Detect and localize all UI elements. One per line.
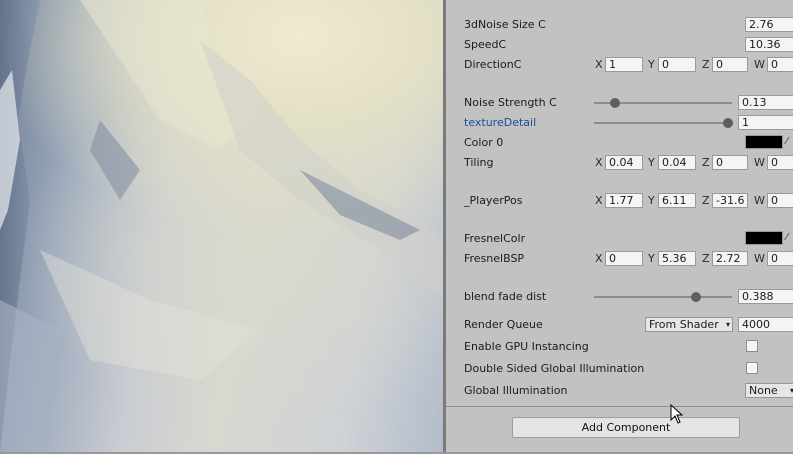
- global-illumination-dropdown[interactable]: None ▾: [745, 383, 793, 398]
- inspector-panel: 3dNoise Size C 2.76 SpeedC 10.36 Directi…: [446, 0, 793, 454]
- direction-c-w-field[interactable]: 0: [767, 57, 793, 72]
- fresnel-bsp-x-field[interactable]: 0: [605, 251, 643, 266]
- texture-detail-field[interactable]: 1: [738, 115, 793, 130]
- row-global-illumination: Global Illumination None ▾: [446, 382, 793, 400]
- fresnel-bsp-y-field[interactable]: 5.36: [658, 251, 696, 266]
- row-double-sided-gi: Double Sided Global Illumination: [446, 360, 793, 378]
- texture-detail-slider-handle[interactable]: [723, 118, 733, 128]
- direction-c-z-field[interactable]: 0: [712, 57, 748, 72]
- row-gpu-instancing: Enable GPU Instancing: [446, 338, 793, 356]
- noise-size-c-label: 3dNoise Size C: [464, 18, 546, 31]
- gpu-instancing-checkbox[interactable]: [746, 340, 758, 352]
- tiling-x-field[interactable]: 0.04: [605, 155, 643, 170]
- fresnel-bsp-w-field[interactable]: 0: [767, 251, 793, 266]
- player-pos-x-field[interactable]: 1.77: [605, 193, 643, 208]
- blend-fade-dist-label: blend fade dist: [464, 290, 547, 303]
- axis-y-label: Y: [648, 58, 655, 71]
- fresnel-colr-label: FresnelColr: [464, 232, 526, 245]
- double-sided-gi-checkbox[interactable]: [746, 362, 758, 374]
- direction-c-x-field[interactable]: 1: [605, 57, 643, 72]
- tiling-y-field[interactable]: 0.04: [658, 155, 696, 170]
- axis-w-label: W: [754, 194, 765, 207]
- eyedropper-icon[interactable]: ⁄: [786, 136, 788, 147]
- mouse-cursor-icon: [670, 404, 684, 424]
- direction-c-y-field[interactable]: 0: [658, 57, 696, 72]
- axis-z-label: Z: [702, 252, 710, 265]
- axis-z-label: Z: [702, 156, 710, 169]
- tiling-label: Tiling: [464, 156, 494, 169]
- noise-size-c-field[interactable]: 2.76: [745, 17, 793, 32]
- blend-fade-dist-field[interactable]: 0.388: [738, 289, 793, 304]
- axis-x-label: X: [595, 156, 603, 169]
- axis-w-label: W: [754, 156, 765, 169]
- row-color-0: Color 0 ⁄: [446, 134, 793, 152]
- color-0-label: Color 0: [464, 136, 504, 149]
- row-tiling: Tiling X 0.04 Y 0.04 Z 0 W 0: [446, 154, 793, 172]
- tiling-w-field[interactable]: 0: [767, 155, 793, 170]
- axis-w-label: W: [754, 252, 765, 265]
- render-queue-mode-value: From Shader: [649, 318, 719, 331]
- noise-strength-c-field[interactable]: 0.13: [738, 95, 793, 110]
- axis-w-label: W: [754, 58, 765, 71]
- speed-c-field[interactable]: 10.36: [745, 37, 793, 52]
- noise-strength-c-slider-handle[interactable]: [610, 98, 621, 108]
- axis-x-label: X: [595, 194, 603, 207]
- scene-view[interactable]: [0, 0, 443, 454]
- row-noise-size-c: 3dNoise Size C 2.76: [446, 16, 793, 34]
- snow-terrain-render: [0, 0, 443, 454]
- chevron-down-icon: ▾: [725, 320, 730, 329]
- player-pos-w-field[interactable]: 0: [767, 193, 793, 208]
- row-render-queue: Render Queue From Shader ▾ 4000: [446, 316, 793, 334]
- eyedropper-icon[interactable]: ⁄: [786, 232, 788, 243]
- player-pos-label: _PlayerPos: [464, 194, 523, 207]
- fresnel-bsp-z-field[interactable]: 2.72: [712, 251, 748, 266]
- blend-fade-dist-slider-track[interactable]: [594, 296, 732, 298]
- row-fresnel-colr: FresnelColr ⁄: [446, 230, 793, 248]
- row-fresnel-bsp: FresnelBSP X 0 Y 5.36 Z 2.72 W 0: [446, 250, 793, 268]
- tiling-z-field[interactable]: 0: [712, 155, 748, 170]
- row-noise-strength-c: Noise Strength C 0.13: [446, 94, 793, 112]
- axis-y-label: Y: [648, 156, 655, 169]
- axis-z-label: Z: [702, 58, 710, 71]
- render-queue-label: Render Queue: [464, 318, 543, 331]
- double-sided-gi-label: Double Sided Global Illumination: [464, 362, 645, 375]
- texture-detail-label: textureDetail: [464, 116, 537, 129]
- axis-x-label: X: [595, 58, 603, 71]
- axis-y-label: Y: [648, 194, 655, 207]
- row-texture-detail: textureDetail 1: [446, 114, 793, 132]
- add-component-button[interactable]: Add Component: [512, 417, 740, 438]
- axis-z-label: Z: [702, 194, 710, 207]
- row-player-pos: _PlayerPos X 1.77 Y 6.11 Z -31.6 W 0: [446, 192, 793, 210]
- texture-detail-slider-track[interactable]: [594, 122, 732, 124]
- color-0-swatch[interactable]: [745, 135, 783, 149]
- render-queue-mode-dropdown[interactable]: From Shader ▾: [645, 317, 733, 332]
- global-illumination-value: None: [749, 384, 778, 397]
- fresnel-colr-swatch[interactable]: [745, 231, 783, 245]
- noise-strength-c-label: Noise Strength C: [464, 96, 557, 109]
- fresnel-bsp-label: FresnelBSP: [464, 252, 525, 265]
- row-direction-c: DirectionC X 1 Y 0 Z 0 W 0: [446, 56, 793, 74]
- direction-c-label: DirectionC: [464, 58, 522, 71]
- axis-x-label: X: [595, 252, 603, 265]
- render-queue-field[interactable]: 4000: [738, 317, 793, 332]
- row-blend-fade-dist: blend fade dist 0.388: [446, 288, 793, 306]
- section-divider: [446, 406, 793, 407]
- blend-fade-dist-slider-handle[interactable]: [690, 292, 701, 302]
- gpu-instancing-label: Enable GPU Instancing: [464, 340, 589, 353]
- row-speed-c: SpeedC 10.36: [446, 36, 793, 54]
- axis-y-label: Y: [648, 252, 655, 265]
- global-illumination-label: Global Illumination: [464, 384, 568, 397]
- player-pos-y-field[interactable]: 6.11: [658, 193, 696, 208]
- speed-c-label: SpeedC: [464, 38, 507, 51]
- player-pos-z-field[interactable]: -31.6: [712, 193, 748, 208]
